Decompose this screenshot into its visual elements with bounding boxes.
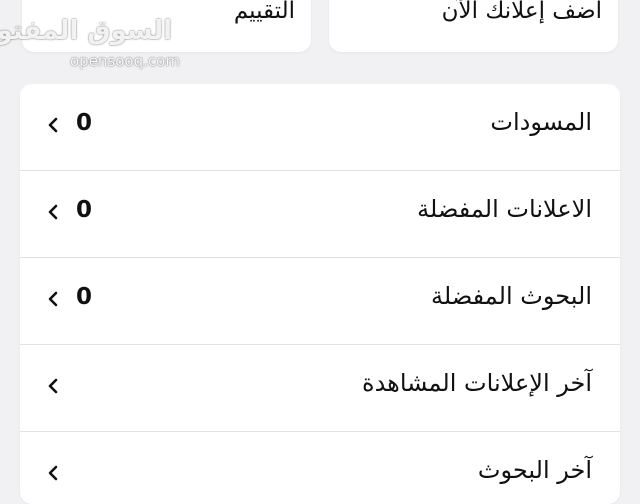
chevron-left-icon xyxy=(48,378,58,394)
menu-item-label: آخر الإعلانات المشاهدة xyxy=(362,369,592,397)
menu-item-drafts[interactable]: المسودات 0 xyxy=(20,84,620,171)
chevron-left-icon xyxy=(48,465,58,481)
menu-item-label: الاعلانات المفضلة xyxy=(417,195,592,223)
menu-item-count: 0 xyxy=(76,110,93,136)
post-ad-card[interactable]: اضف إعلانك الآن xyxy=(329,0,618,52)
my-items-menu: المسودات 0 الاعلانات المفضلة 0 البحوث ال… xyxy=(20,84,620,504)
rating-card[interactable]: التقييم xyxy=(22,0,311,52)
menu-item-favorite-searches[interactable]: البحوث المفضلة 0 xyxy=(20,258,620,345)
watermark-latin-text: opensooq.com xyxy=(70,52,180,70)
menu-item-label: البحوث المفضلة xyxy=(431,282,592,310)
rating-card-label: التقييم xyxy=(233,0,295,24)
menu-item-favorite-ads[interactable]: الاعلانات المفضلة 0 xyxy=(20,171,620,258)
menu-item-recent-searches[interactable]: آخر البحوث xyxy=(20,432,620,504)
post-ad-card-label: اضف إعلانك الآن xyxy=(441,0,602,24)
menu-item-count: 0 xyxy=(76,197,93,223)
chevron-left-icon xyxy=(48,291,58,307)
menu-item-count: 0 xyxy=(76,284,93,310)
menu-item-label: المسودات xyxy=(490,108,592,136)
chevron-left-icon xyxy=(48,117,58,133)
menu-item-recently-viewed-ads[interactable]: آخر الإعلانات المشاهدة xyxy=(20,345,620,432)
chevron-left-icon xyxy=(48,204,58,220)
